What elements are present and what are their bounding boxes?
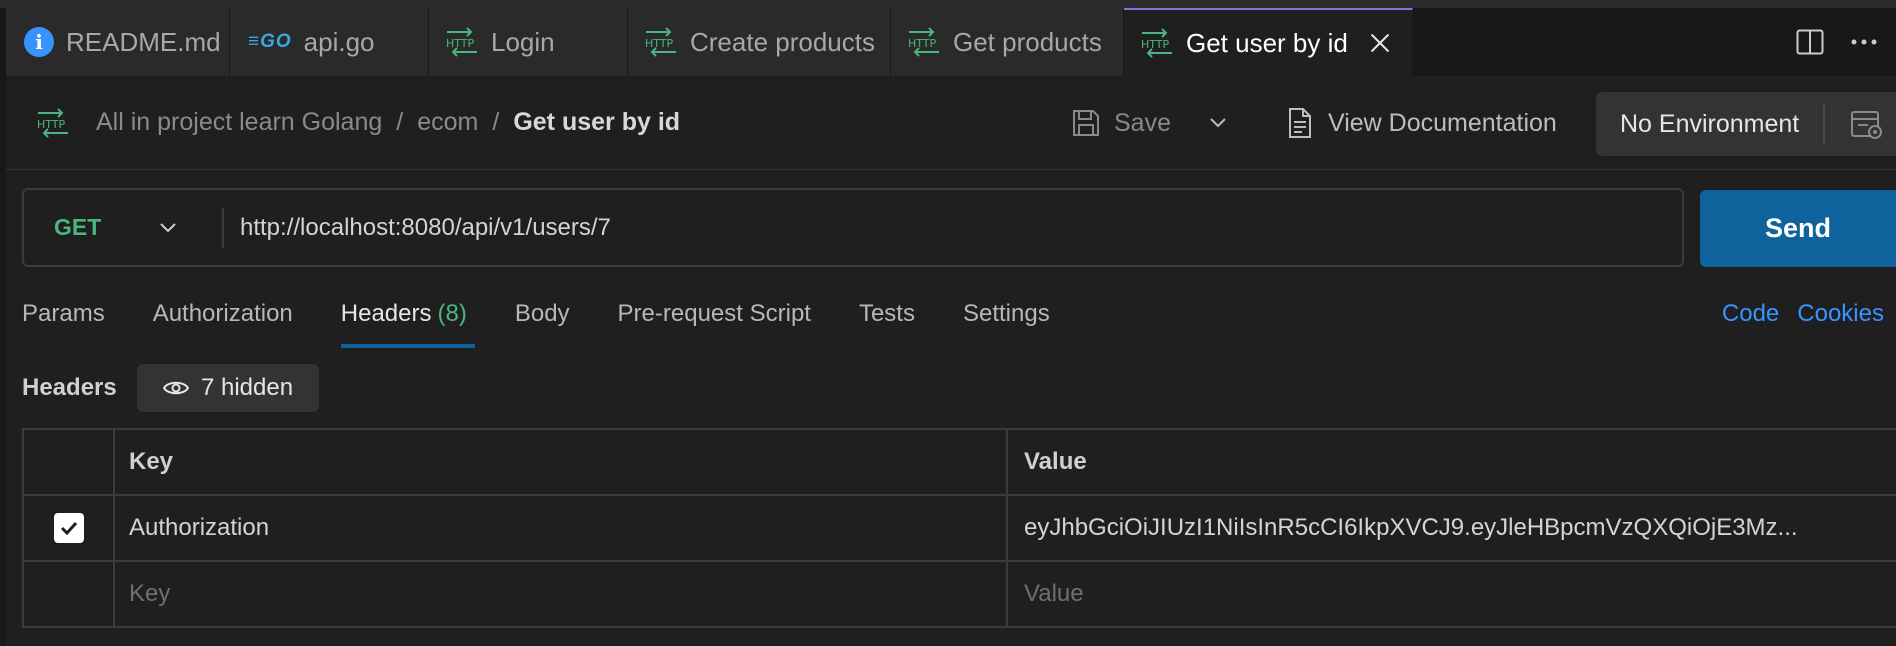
window-top-strip [0,0,1896,8]
tab-label: Headers [340,300,432,327]
tab-label: Pre-request Script [617,300,811,327]
editor-tab-bar: i README.md ≡GO api.go HTTP Login HTTP C… [6,8,1896,76]
header-key-cell[interactable]: Authorization [115,496,1008,560]
svg-text:HTTP: HTTP [908,37,937,50]
view-documentation-button[interactable]: View Documentation [1288,76,1557,170]
http-icon: HTTP [446,27,477,57]
breadcrumb: HTTP All in project learn Golang / ecom … [36,107,680,138]
chevron-down-icon[interactable] [1209,117,1227,129]
svg-text:HTTP: HTTP [645,37,674,50]
new-key-input[interactable]: Key [115,562,1008,626]
column-header-key: Key [115,430,1008,494]
request-subtabs: Params Authorization Headers (8) Body Pre… [22,296,1098,348]
headers-table: Key Value Authorization eyJhbGciOiJIUzI1… [22,428,1896,628]
hidden-headers-label: 7 hidden [200,374,294,401]
tab-label: Authorization [152,300,293,327]
tab-authorization[interactable]: Authorization [153,296,293,348]
breadcrumb-separator: / [492,108,500,136]
send-button[interactable]: Send [1700,190,1896,267]
code-link[interactable]: Code [1722,300,1779,328]
headers-section-title: Headers [22,374,117,401]
tab-get-user-by-id[interactable]: HTTP Get user by id [1124,8,1413,76]
tab-settings[interactable]: Settings [963,296,1050,348]
enabled-checkbox[interactable] [53,513,84,543]
http-icon: HTTP [37,107,68,138]
document-icon [1289,108,1311,138]
svg-text:HTTP: HTTP [37,118,66,131]
more-actions-icon[interactable] [1850,38,1878,46]
environment-quicklook-icon[interactable] [1850,110,1884,140]
svg-text:HTTP: HTTP [1141,38,1170,51]
breadcrumb-separator: / [396,108,404,136]
breadcrumb-folder[interactable]: ecom [417,108,478,137]
tab-get-products[interactable]: HTTP Get products [891,8,1124,76]
go-file-icon: ≡GO [248,31,292,52]
table-header-row: Key Value [24,430,1896,496]
breadcrumb-collection[interactable]: All in project learn Golang [96,108,382,137]
tab-label: Get products [953,26,1102,57]
request-header-bar: HTTP All in project learn Golang / ecom … [6,76,1896,170]
split-editor-icon[interactable] [1796,29,1824,55]
tab-pre-request-script[interactable]: Pre-request Script [618,296,811,348]
eye-icon [162,381,189,395]
divider [1823,104,1825,144]
svg-text:HTTP: HTTP [446,37,475,50]
row-checkbox-cell [24,496,115,560]
save-button[interactable]: Save [1072,76,1227,170]
method-dropdown[interactable]: GET [54,214,214,241]
tab-label: Get user by id [1186,27,1348,58]
tab-label: Settings [962,300,1050,327]
breadcrumb-request[interactable]: Get user by id [513,108,680,137]
tab-label: api.go [303,26,375,57]
close-icon[interactable] [1368,31,1392,55]
http-icon: HTTP [908,27,939,57]
code-links: Code Cookies [1722,300,1884,328]
tab-label: Params [22,300,105,327]
divider [222,207,224,248]
headers-count: (8) [437,300,467,327]
request-url-bar: GET [22,188,1684,267]
new-value-input[interactable]: Value [1008,562,1896,626]
table-row-empty: Key Value [24,562,1896,628]
info-icon: i [24,27,54,57]
tab-label: Body [514,300,570,327]
column-header-value: Value [1024,448,1087,475]
checkbox-column-header [24,430,115,494]
tab-readme[interactable]: i README.md [6,8,230,76]
tab-body[interactable]: Body [515,296,570,348]
row-checkbox-cell [24,562,115,626]
http-icon: HTTP [1141,28,1172,58]
tab-params[interactable]: Params [22,296,105,348]
tab-label: README.md [66,26,221,57]
tab-headers[interactable]: Headers (8) [340,296,475,348]
view-documentation-label: View Documentation [1328,108,1557,137]
hidden-headers-toggle[interactable]: 7 hidden [137,364,319,412]
tab-login[interactable]: HTTP Login [429,8,628,76]
url-input[interactable] [240,202,1682,253]
tab-api-go[interactable]: ≡GO api.go [230,8,429,76]
tab-tests[interactable]: Tests [859,296,915,348]
header-value-cell[interactable]: eyJhbGciOiJIUzI1NiIsInR5cCI6IkpXVCJ9.eyJ… [1008,496,1896,560]
tab-label: Tests [858,300,915,327]
table-row: Authorization eyJhbGciOiJIUzI1NiIsInR5cC… [24,496,1896,562]
save-label: Save [1114,108,1171,137]
http-icon: HTTP [645,27,676,57]
environment-selector[interactable]: No Environment [1596,92,1896,156]
cookies-link[interactable]: Cookies [1797,300,1884,328]
chevron-down-icon [160,222,176,232]
tab-label: Create products [690,26,875,57]
save-icon [1073,110,1099,136]
tab-actions [1796,8,1896,76]
checkmark-icon [60,521,77,535]
tab-create-products[interactable]: HTTP Create products [628,8,891,76]
method-label: GET [54,214,102,240]
environment-label: No Environment [1620,109,1800,138]
tab-label: Login [491,26,555,57]
